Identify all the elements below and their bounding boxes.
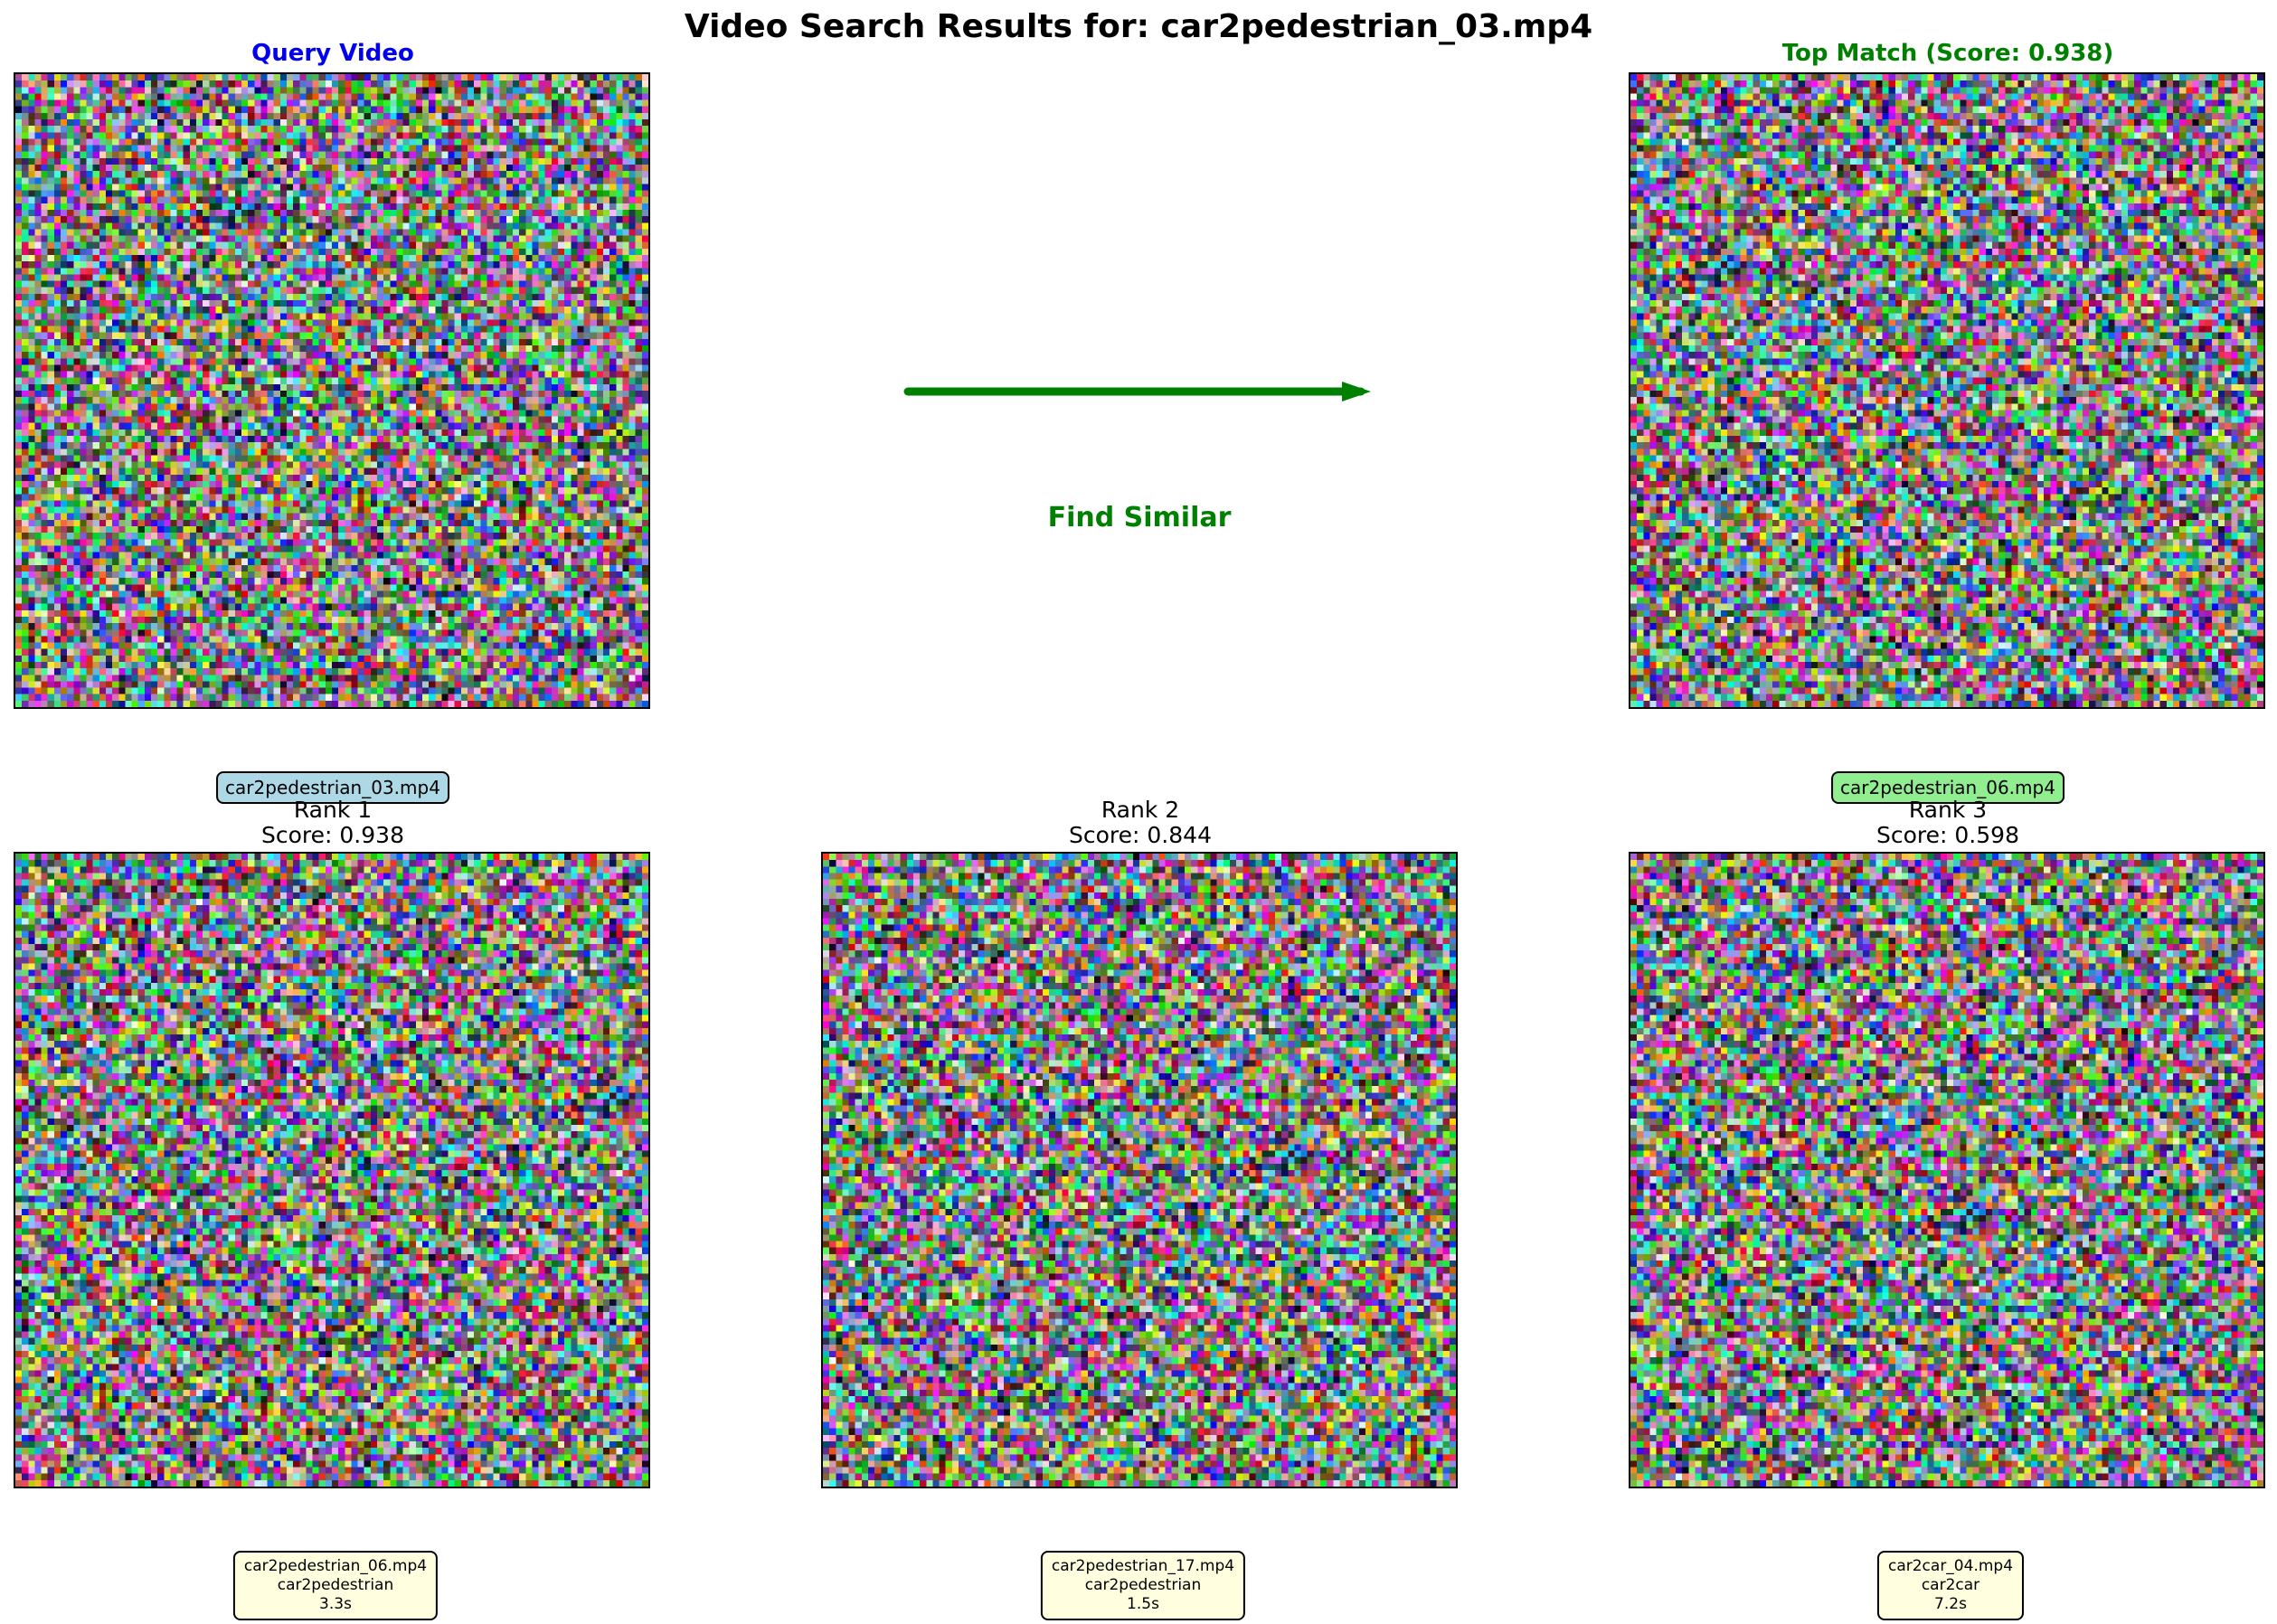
result-duration: 1.5s: [1127, 1595, 1159, 1613]
result-thumbnail-rank-1: [15, 854, 648, 1487]
result-title-rank-1: Rank 1 Score: 0.938: [261, 798, 404, 848]
query-video-thumbnail: [15, 74, 648, 707]
result-info-rank-3: car2car_04.mp4 car2car 7.2s: [1876, 1551, 2025, 1620]
result-info-rank-1: car2pedestrian_06.mp4 car2pedestrian 3.3…: [232, 1551, 439, 1620]
result-title-rank-2: Rank 2 Score: 0.844: [1069, 798, 1212, 848]
score-label: Score: 0.938: [261, 822, 404, 848]
top-match-title: Top Match (Score: 0.938): [1781, 40, 2114, 67]
score-label: Score: 0.598: [1876, 822, 2019, 848]
rank-label: Rank 2: [1101, 797, 1180, 823]
score-label: Score: 0.844: [1069, 822, 1212, 848]
result-filename: car2pedestrian_17.mp4: [1051, 1557, 1235, 1575]
result-duration: 3.3s: [319, 1595, 352, 1613]
find-similar-label: Find Similar: [1047, 502, 1232, 533]
top-match-video-thumbnail: [1630, 74, 2263, 707]
result-title-rank-3: Rank 3 Score: 0.598: [1876, 798, 2019, 848]
figure-title: Video Search Results for: car2pedestrian…: [684, 8, 1593, 45]
find-similar-arrow: [903, 382, 1371, 401]
result-category: car2pedestrian: [1084, 1576, 1202, 1594]
result-filename: car2pedestrian_06.mp4: [243, 1557, 428, 1575]
rank-label: Rank 3: [1908, 797, 1988, 823]
top-match-video-frame[interactable]: [1629, 72, 2265, 709]
result-category: car2pedestrian: [277, 1576, 394, 1594]
result-thumbnail-rank-2: [823, 854, 1456, 1487]
result-frame-rank-3[interactable]: [1629, 852, 2265, 1488]
result-category: car2car: [1921, 1576, 1980, 1594]
result-filename: car2car_04.mp4: [1887, 1557, 2014, 1575]
rank-label: Rank 1: [293, 797, 373, 823]
query-title: Query Video: [251, 40, 414, 67]
result-duration: 7.2s: [1934, 1595, 1967, 1613]
result-info-rank-2: car2pedestrian_17.mp4 car2pedestrian 1.5…: [1040, 1551, 1246, 1620]
result-frame-rank-2[interactable]: [821, 852, 1458, 1488]
result-frame-rank-1[interactable]: [14, 852, 650, 1488]
query-video-frame[interactable]: [14, 72, 650, 709]
result-thumbnail-rank-3: [1630, 854, 2263, 1487]
